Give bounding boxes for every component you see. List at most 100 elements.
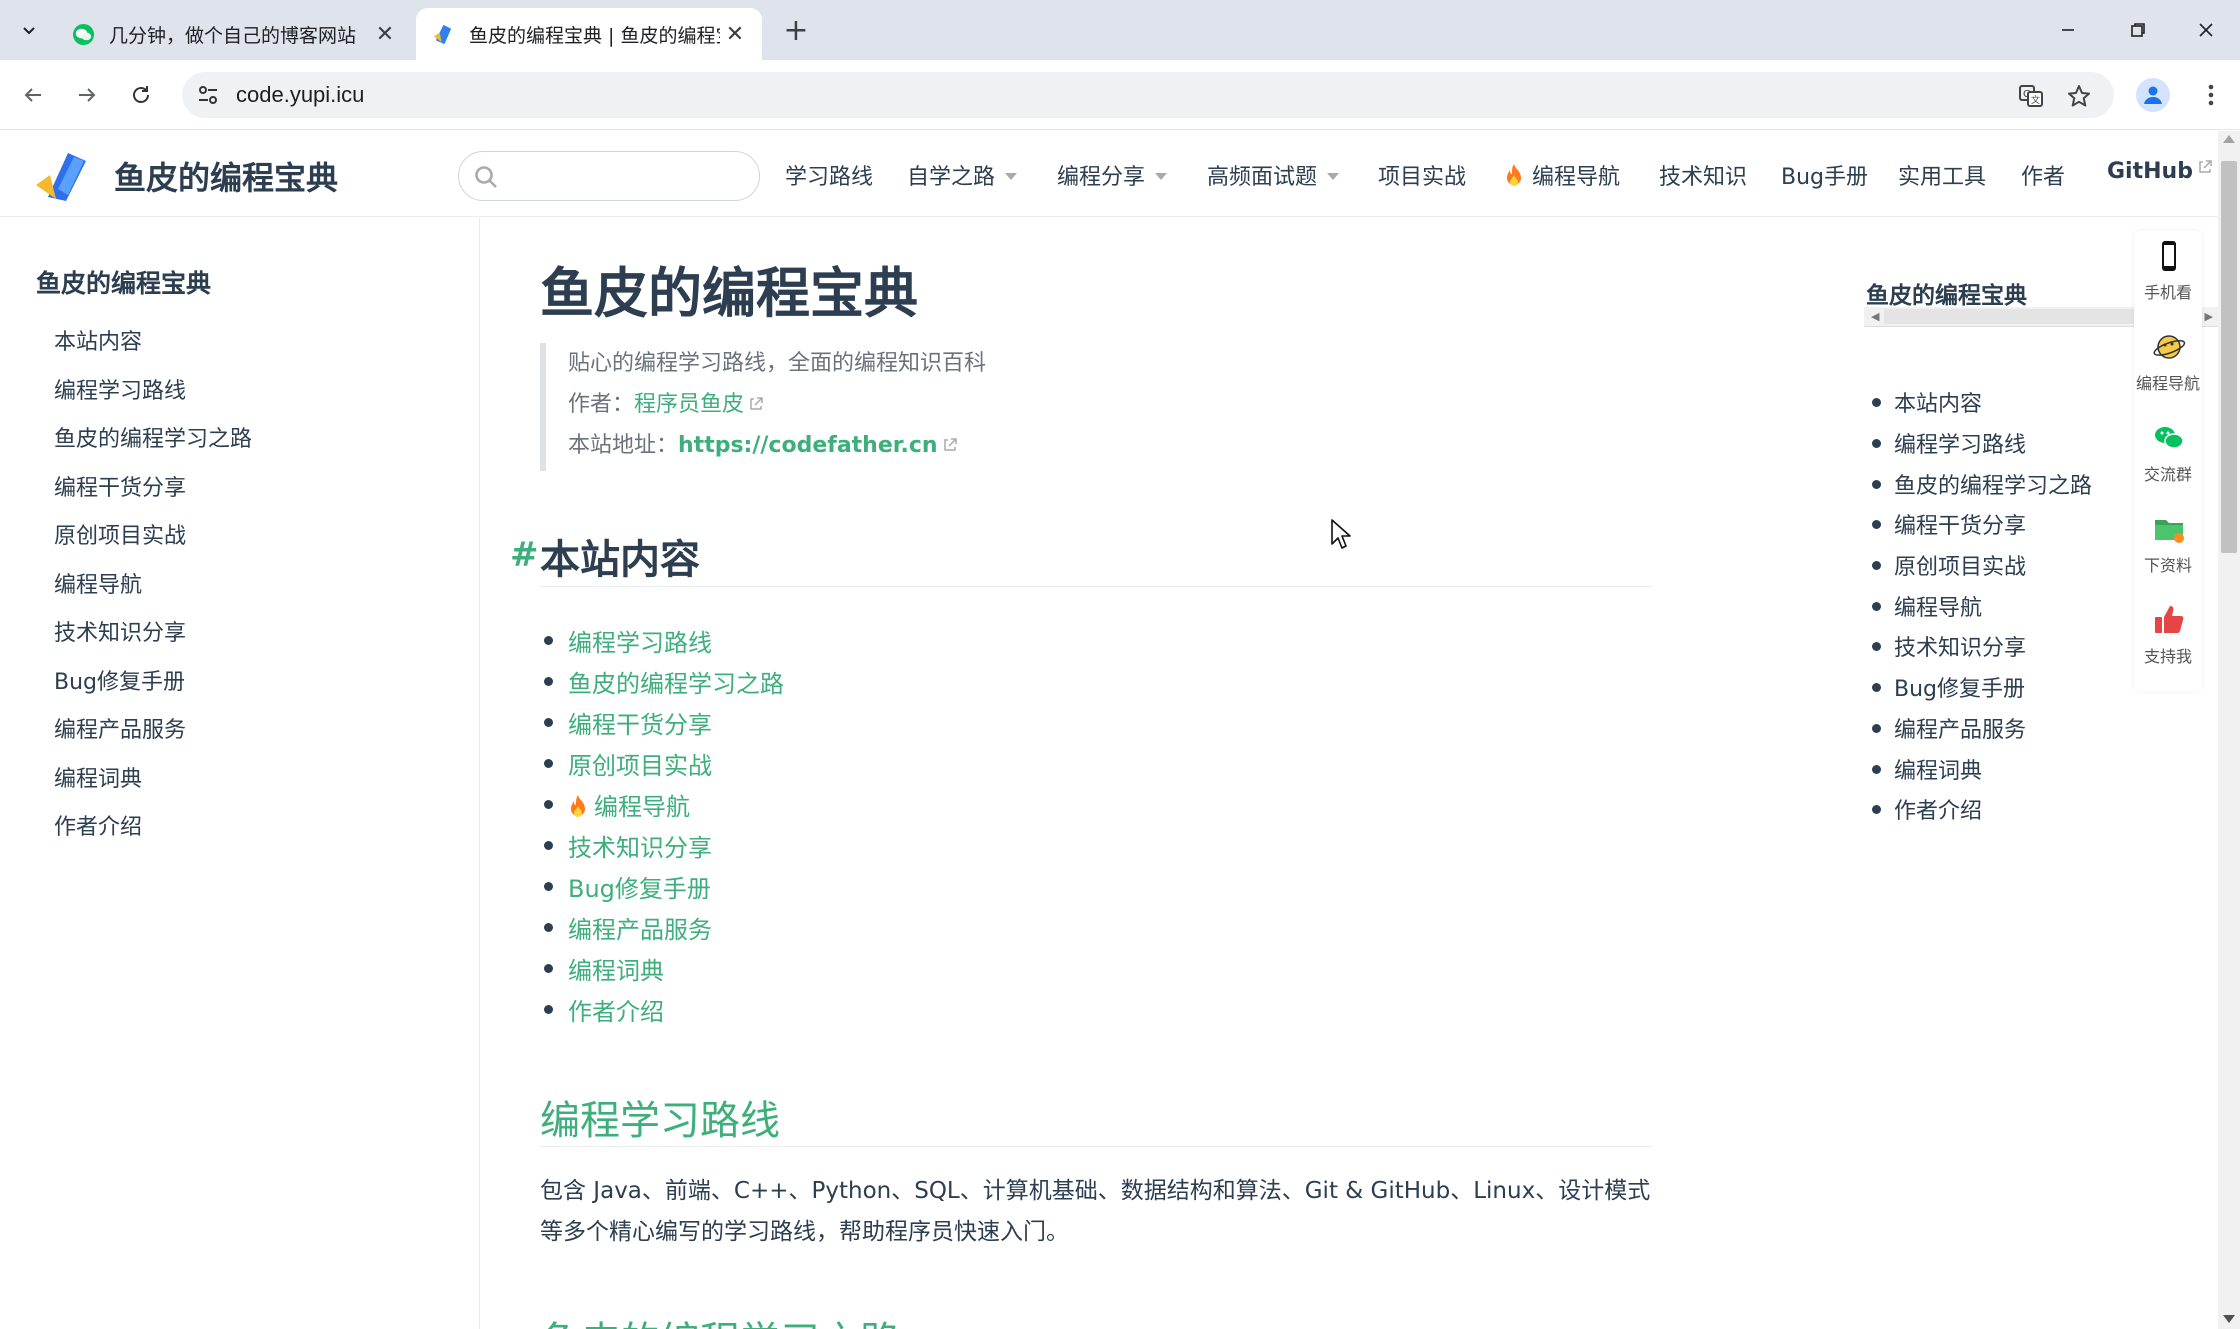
- sidebar-item[interactable]: 编程导航: [54, 567, 142, 599]
- minimize-button[interactable]: [2046, 8, 2090, 52]
- content-list-item[interactable]: 编程导航: [544, 787, 690, 822]
- tab-inactive[interactable]: 几分钟，做个自己的博客网站 ✕: [56, 8, 412, 60]
- tab-strip: 几分钟，做个自己的博客网站 ✕ 鱼皮的编程宝典 | 鱼皮的编程宝 ✕ +: [0, 0, 2240, 60]
- new-tab-button[interactable]: +: [780, 13, 812, 48]
- content-list-item[interactable]: Bug修复手册: [544, 869, 711, 904]
- section-heading-site-content: # 本站内容: [510, 527, 1652, 587]
- nav-self-study[interactable]: 自学之路: [907, 159, 1018, 191]
- close-tab-icon[interactable]: ✕: [370, 19, 400, 49]
- content-list-item[interactable]: 鱼皮的编程学习之路: [544, 664, 784, 699]
- nav-bug-manual[interactable]: Bug手册: [1781, 159, 1868, 191]
- url-text[interactable]: code.yupi.icu: [236, 82, 364, 108]
- site-info-icon[interactable]: [196, 83, 220, 107]
- float-label: 交流群: [2143, 465, 2192, 484]
- toc-heading[interactable]: 鱼皮的编程宝典: [1866, 276, 2027, 310]
- author-link[interactable]: 程序员鱼皮: [634, 392, 744, 417]
- back-button[interactable]: [14, 76, 52, 114]
- toc-item[interactable]: 编程学习路线: [1871, 427, 2026, 459]
- nav-label: 编程导航: [1532, 165, 1621, 190]
- nav-github[interactable]: GitHub: [2107, 159, 2213, 184]
- programming-guide-button[interactable]: 编程导航: [2134, 322, 2202, 412]
- page-vertical-scrollbar[interactable]: [2218, 131, 2240, 1329]
- section-title-link[interactable]: 编程学习路线: [540, 1088, 780, 1146]
- section-title-link[interactable]: 鱼皮的编程学习之路: [540, 1309, 900, 1329]
- search-input[interactable]: [458, 151, 760, 201]
- bookmark-star-icon[interactable]: [2064, 81, 2094, 111]
- support-me-button[interactable]: 支持我: [2134, 595, 2202, 685]
- join-group-button[interactable]: 交流群: [2134, 413, 2202, 503]
- toc-item[interactable]: 编程导航: [1871, 590, 1982, 622]
- content-list-item[interactable]: 编程词典: [544, 951, 664, 986]
- tab-active[interactable]: 鱼皮的编程宝典 | 鱼皮的编程宝 ✕: [416, 8, 762, 60]
- wechat-icon: [2155, 427, 2184, 449]
- sidebar-item[interactable]: 作者介绍: [54, 809, 142, 841]
- site-link[interactable]: https://codefather.cn: [678, 433, 938, 458]
- content-list-item[interactable]: 编程学习路线: [544, 623, 712, 658]
- nav-projects[interactable]: 项目实战: [1378, 159, 1466, 191]
- thumbs-up-icon: [2155, 606, 2184, 633]
- sidebar-item[interactable]: 编程学习路线: [54, 373, 186, 405]
- nav-tools[interactable]: 实用工具: [1898, 159, 1986, 191]
- tab-search-button[interactable]: [13, 14, 45, 46]
- planet-icon: [2153, 335, 2186, 359]
- scroll-down-icon[interactable]: [2223, 1315, 2235, 1323]
- sidebar-item[interactable]: 编程干货分享: [54, 470, 186, 502]
- fire-icon: [1507, 164, 1521, 186]
- sidebar-item[interactable]: 本站内容: [54, 324, 142, 356]
- nav-label: Bug手册: [1781, 165, 1869, 190]
- scroll-up-icon[interactable]: [2223, 135, 2235, 143]
- scroll-thumb[interactable]: [1884, 309, 2144, 324]
- download-materials-button[interactable]: 下资料: [2134, 504, 2202, 594]
- toc-item[interactable]: 原创项目实战: [1871, 549, 2026, 581]
- toc-item[interactable]: 作者介绍: [1871, 793, 1982, 825]
- quote-line: 贴心的编程学习路线，全面的编程知识百科: [568, 351, 987, 376]
- toc-item[interactable]: 技术知识分享: [1871, 630, 2026, 662]
- content-list-item[interactable]: 作者介绍: [544, 992, 664, 1027]
- floating-side-bar: 手机看 编程导航 交流群 下资料 支持我: [2134, 231, 2202, 691]
- toc-item[interactable]: 编程干货分享: [1871, 508, 2026, 540]
- close-tab-icon[interactable]: ✕: [720, 19, 750, 49]
- nav-programming-guide[interactable]: 编程导航: [1504, 159, 1620, 191]
- toc-item[interactable]: 编程产品服务: [1871, 712, 2026, 744]
- nav-learning-route[interactable]: 学习路线: [785, 159, 873, 191]
- nav-interview[interactable]: 高频面试题: [1207, 159, 1340, 191]
- site-logo-icon[interactable]: [34, 149, 90, 203]
- toc-item[interactable]: Bug修复手册: [1871, 671, 2025, 703]
- nav-author[interactable]: 作者: [2021, 159, 2065, 191]
- scroll-right-icon[interactable]: ▶: [2205, 310, 2213, 323]
- browser-menu-button[interactable]: [2194, 78, 2228, 112]
- site-title[interactable]: 鱼皮的编程宝典: [114, 153, 338, 199]
- sidebar-item[interactable]: 编程产品服务: [54, 712, 186, 744]
- author-label: 作者：: [568, 392, 635, 417]
- scroll-thumb[interactable]: [2221, 161, 2237, 553]
- person-icon: [2144, 86, 2162, 104]
- svg-text:文: 文: [2031, 94, 2040, 106]
- reload-button[interactable]: [122, 76, 160, 114]
- content-list-item[interactable]: 编程干货分享: [544, 705, 712, 740]
- address-bar[interactable]: code.yupi.icu G文: [182, 72, 2114, 118]
- translate-icon[interactable]: G文: [2016, 81, 2046, 111]
- sidebar-item[interactable]: 技术知识分享: [54, 615, 186, 647]
- toc-item[interactable]: 本站内容: [1871, 386, 1982, 418]
- forward-button[interactable]: [68, 76, 106, 114]
- sidebar-heading[interactable]: 鱼皮的编程宝典: [36, 264, 211, 300]
- close-window-button[interactable]: [2184, 8, 2228, 52]
- quote-site-line: 本站地址：https://codefather.cn: [568, 425, 1100, 466]
- content-list-item[interactable]: 原创项目实战: [544, 746, 712, 781]
- toc-item[interactable]: 编程词典: [1871, 753, 1982, 785]
- reload-icon: [133, 86, 149, 103]
- toc-item[interactable]: 鱼皮的编程学习之路: [1871, 468, 2092, 500]
- nav-sharing[interactable]: 编程分享: [1057, 159, 1168, 191]
- sidebar-item[interactable]: 编程词典: [54, 761, 142, 793]
- profile-avatar[interactable]: [2136, 78, 2170, 112]
- content-list-item[interactable]: 技术知识分享: [544, 828, 712, 863]
- sidebar-item[interactable]: 原创项目实战: [54, 518, 186, 550]
- content-list-item[interactable]: 编程产品服务: [544, 910, 712, 945]
- header-anchor[interactable]: #: [510, 535, 539, 575]
- sidebar-item[interactable]: 鱼皮的编程学习之路: [54, 421, 252, 453]
- restore-button[interactable]: [2116, 8, 2160, 52]
- sidebar-item[interactable]: Bug修复手册: [54, 664, 185, 696]
- mobile-view-button[interactable]: 手机看: [2134, 231, 2202, 321]
- nav-tech-knowledge[interactable]: 技术知识: [1659, 159, 1747, 191]
- scroll-left-icon[interactable]: ◀: [1871, 310, 1879, 323]
